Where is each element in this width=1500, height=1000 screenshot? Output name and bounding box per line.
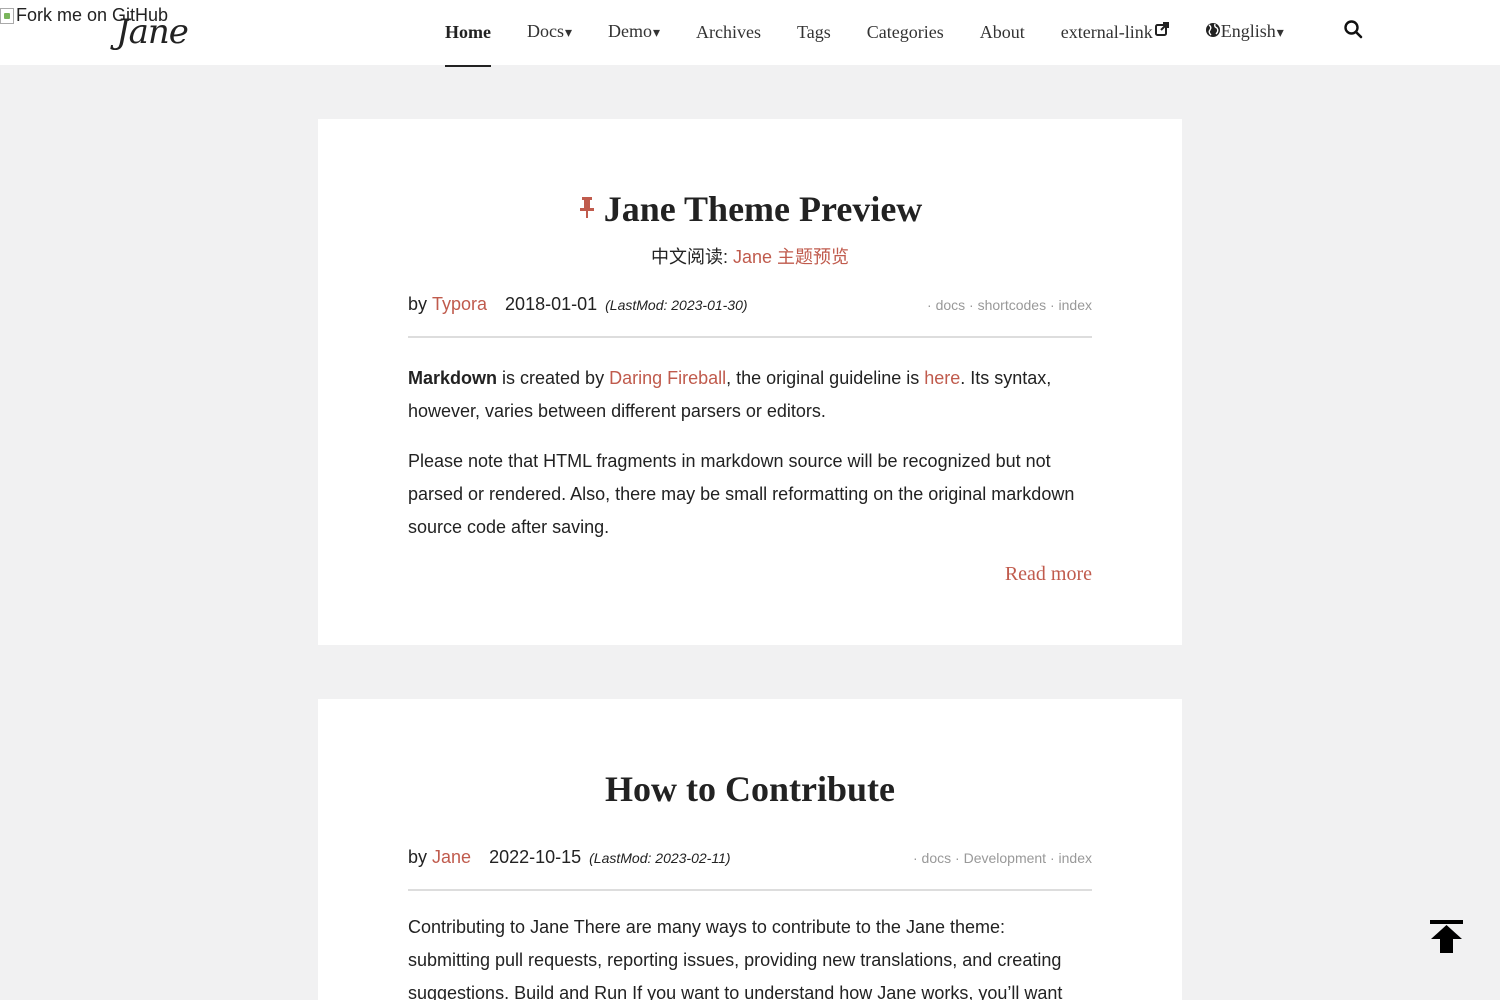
- post-summary: Contributing to Jane There are many ways…: [408, 911, 1092, 1000]
- nav-item-tags[interactable]: Tags: [779, 0, 849, 65]
- external-link-icon: [1154, 22, 1169, 36]
- pin-icon: [579, 197, 594, 218]
- site-logo[interactable]: Jane: [116, 12, 189, 52]
- nav-item-demo[interactable]: Demo▾: [590, 0, 678, 66]
- nav-label: Home: [445, 22, 491, 42]
- back-to-top-icon[interactable]: [1430, 920, 1463, 953]
- category-link[interactable]: docs: [922, 850, 952, 866]
- nav-label: Demo: [608, 21, 653, 41]
- author-link[interactable]: Typora: [432, 294, 487, 315]
- nav-item-docs[interactable]: Docs▾: [509, 0, 590, 66]
- post-meta: by Jane 2022-10-15 (LastMod: 2023-02-11)…: [408, 847, 1092, 891]
- nav-item-language[interactable]: English▾: [1187, 0, 1302, 66]
- main-nav: Home Docs▾ Demo▾ Archives Tags Categorie…: [427, 0, 1302, 67]
- broken-image-icon: [0, 7, 14, 24]
- post-categories: · docs · shortcodes · index: [927, 297, 1092, 313]
- daring-fireball-link[interactable]: Daring Fireball: [609, 368, 726, 388]
- category-link[interactable]: index: [1059, 850, 1092, 866]
- caret-down-icon: ▾: [564, 26, 573, 41]
- category-link[interactable]: index: [1059, 297, 1092, 313]
- last-modified: (LastMod: 2023-02-11): [589, 850, 731, 866]
- text: , the original guideline is: [726, 368, 925, 388]
- chinese-version-link[interactable]: Jane 主题预览: [733, 247, 849, 267]
- post-meta: by Typora 2018-01-01 (LastMod: 2023-01-3…: [408, 294, 1092, 338]
- post-categories: · docs · Development · index: [912, 850, 1092, 866]
- post-date: 2022-10-15: [489, 847, 582, 867]
- by-label: by: [408, 847, 428, 867]
- post-subtitle: 中文阅读: Jane 主题预览: [408, 245, 1092, 269]
- nav-label: English: [1220, 21, 1276, 41]
- nav-label: external-link: [1060, 22, 1153, 42]
- caret-down-icon: ▾: [1276, 26, 1284, 41]
- post-title[interactable]: How to Contribute: [408, 765, 1092, 813]
- last-modified: (LastMod: 2023-01-30): [605, 297, 748, 313]
- subtitle-prefix: 中文阅读:: [650, 247, 733, 267]
- summary-paragraph: Markdown is created by Daring Fireball, …: [408, 362, 1092, 428]
- post-card: How to Contribute by Jane 2022-10-15 (La…: [318, 699, 1182, 1000]
- by-label: by: [408, 294, 428, 314]
- nav-item-home[interactable]: Home: [427, 0, 509, 67]
- bold-text: Markdown: [408, 368, 498, 388]
- caret-down-icon: ▾: [653, 26, 661, 41]
- nav-label: Docs: [526, 21, 564, 41]
- post-title-text: Jane Theme Preview: [603, 189, 923, 229]
- nav-label: Categories: [866, 22, 944, 42]
- author-link[interactable]: Jane: [432, 847, 471, 868]
- guideline-link[interactable]: here: [924, 368, 960, 388]
- post-title[interactable]: Jane Theme Preview: [408, 185, 1092, 233]
- site-header: Fork me on GitHub Jane Home Docs▾ Demo▾ …: [0, 0, 1500, 67]
- nav-label: Tags: [797, 22, 831, 42]
- read-more-link[interactable]: Read more: [408, 563, 1092, 586]
- nav-label: About: [979, 22, 1025, 42]
- category-link[interactable]: Development: [964, 850, 1047, 866]
- category-link[interactable]: shortcodes: [978, 297, 1046, 313]
- post-card: Jane Theme Preview 中文阅读: Jane 主题预览 by Ty…: [318, 119, 1182, 645]
- nav-item-external-link[interactable]: external-link: [1043, 0, 1187, 65]
- nav-item-about[interactable]: About: [962, 0, 1043, 65]
- post-summary: Markdown is created by Daring Fireball, …: [408, 362, 1092, 544]
- globe-icon: [1205, 23, 1220, 37]
- summary-paragraph: Contributing to Jane There are many ways…: [408, 917, 1063, 1000]
- post-date: 2018-01-01: [505, 294, 598, 314]
- nav-label: Archives: [696, 22, 762, 42]
- summary-paragraph: Please note that HTML fragments in markd…: [408, 451, 1075, 537]
- category-link[interactable]: docs: [936, 297, 966, 313]
- search-icon[interactable]: [1343, 19, 1363, 39]
- nav-item-categories[interactable]: Categories: [849, 0, 962, 65]
- text: is created by: [497, 368, 610, 388]
- nav-item-archives[interactable]: Archives: [678, 0, 779, 65]
